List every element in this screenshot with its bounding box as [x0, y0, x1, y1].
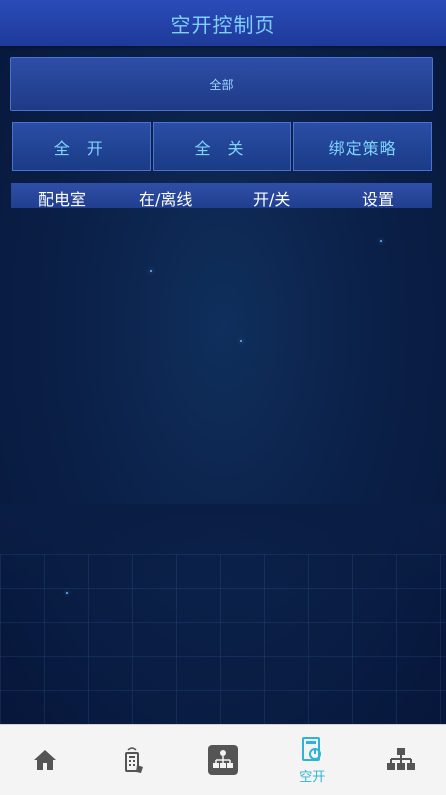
all-on-label: 全 开: [53, 138, 109, 158]
column-header-online: 在/离线: [139, 190, 193, 209]
bind-strategy-button[interactable]: 绑定策略: [293, 122, 433, 171]
page-title: 空开控制页: [170, 12, 276, 37]
tab-switch-label: 空开: [299, 769, 326, 785]
bind-strategy-label: 绑定策略: [328, 138, 397, 158]
all-off-label: 全 关: [194, 138, 250, 158]
remote-device-icon: [121, 745, 147, 775]
switch-icon: [300, 736, 324, 764]
table-header: 配电室 在/离线 开/关 设置: [11, 183, 432, 209]
tab-topology[interactable]: [178, 725, 267, 795]
sparkle: [66, 592, 68, 594]
topology-icon: [208, 745, 238, 775]
tab-network[interactable]: [357, 725, 446, 795]
room-filter-select[interactable]: 全部: [10, 57, 433, 111]
floor-grid: [0, 554, 446, 724]
all-off-button[interactable]: 全 关: [152, 122, 292, 171]
sparkle: [150, 270, 152, 272]
sparkle: [380, 240, 382, 242]
action-button-row: 全 开 全 关 绑定策略: [12, 122, 433, 171]
room-filter-label: 全部: [209, 77, 234, 92]
sparkle: [240, 340, 242, 342]
network-icon: [386, 747, 416, 773]
column-header-switch: 开/关: [253, 190, 291, 209]
bottom-tab-bar: 空开: [0, 724, 446, 795]
column-header-room: 配电室: [38, 190, 87, 209]
home-icon: [32, 747, 58, 773]
tab-remote[interactable]: [89, 725, 178, 795]
page-header: 空开控制页: [0, 0, 446, 46]
column-header-settings: 设置: [362, 190, 395, 209]
tab-home[interactable]: [0, 725, 89, 795]
all-on-button[interactable]: 全 开: [12, 122, 151, 171]
tab-switch[interactable]: 空开: [268, 725, 357, 795]
